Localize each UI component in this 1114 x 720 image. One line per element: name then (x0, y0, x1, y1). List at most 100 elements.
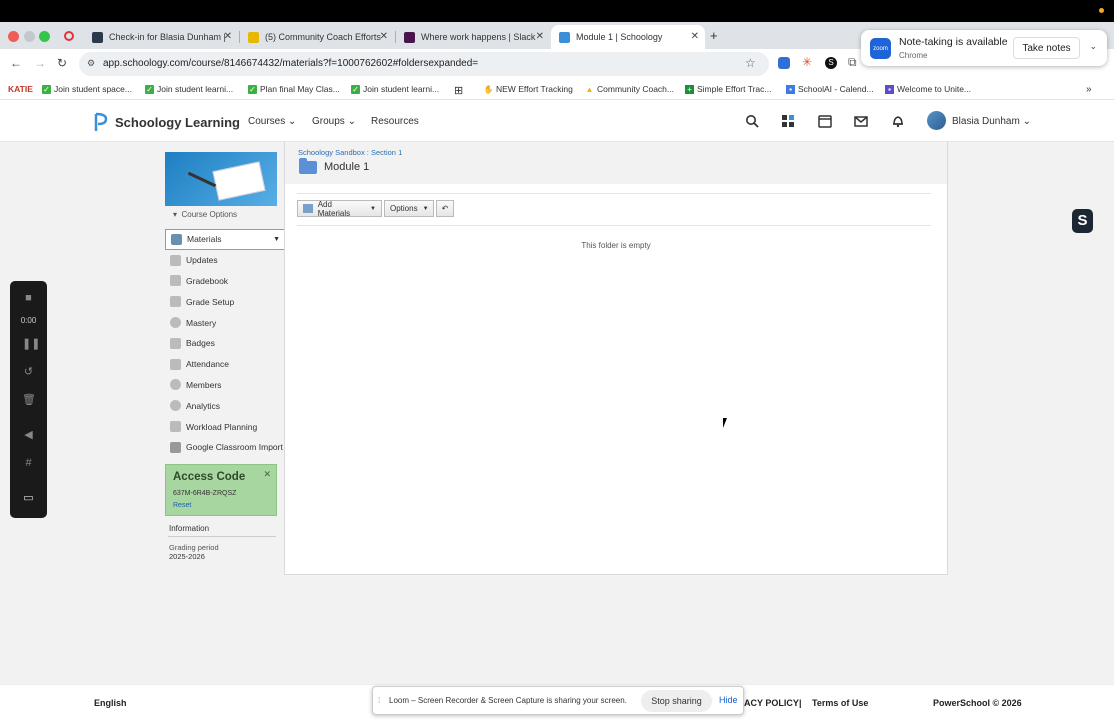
mastery-icon (170, 317, 181, 329)
delete-icon[interactable]: 🗑 (22, 394, 36, 407)
maximize-window-icon[interactable] (39, 31, 50, 42)
course-image (165, 152, 277, 206)
materials-panel: Schoology Sandbox : Section 1 Module 1 A… (284, 142, 948, 575)
course-options-link[interactable]: ▾ Course Options (173, 210, 237, 219)
bookmark-item[interactable]: + Simple Effort Trac... (685, 84, 771, 94)
restart-icon[interactable]: ↺ (22, 366, 35, 379)
sidebar-item-gradebook[interactable]: Gradebook (165, 271, 284, 292)
reset-access-code-link[interactable]: Reset (173, 502, 191, 509)
schoology-logo[interactable]: Schoology Learning (94, 112, 240, 132)
sidebar-item-analytics[interactable]: Analytics (165, 395, 284, 416)
extension-icon[interactable] (778, 57, 790, 69)
stop-sharing-button[interactable]: Stop sharing (641, 690, 712, 712)
back-icon[interactable]: ← (10, 57, 22, 69)
stop-recording-icon[interactable]: ■ (22, 292, 35, 305)
divider (297, 225, 931, 226)
chevron-down-icon[interactable]: ⌄ (1089, 41, 1097, 52)
privacy-policy-link[interactable]: ACY POLICY (744, 698, 799, 708)
apps-icon[interactable] (781, 114, 795, 128)
bookmark-item[interactable]: ▪ SchoolAI - Calend... (786, 84, 874, 94)
sidebar-item-members[interactable]: Members (165, 375, 284, 396)
tab-community-coach[interactable]: (5) Community Coach Efforts ✕ (240, 25, 394, 49)
tab-schoology[interactable]: Module 1 | Schoology ✕ (551, 25, 705, 49)
new-tab-icon[interactable]: + (710, 28, 718, 43)
tab-check-in[interactable]: Check-in for Blasia Dunham | ✕ (84, 25, 238, 49)
sidebar-item-mastery[interactable]: Mastery (165, 312, 284, 333)
bookmark-star-icon[interactable]: ☆ (745, 56, 756, 70)
close-window-icon[interactable] (8, 31, 19, 42)
sheets-icon: + (685, 84, 694, 94)
bookmark-item[interactable]: ✓ Join student learni... (145, 84, 233, 94)
bookmark-item[interactable]: ✓ Plan final May Clas... (248, 84, 340, 94)
calendar-icon[interactable] (818, 114, 832, 128)
sidebar-item-google-classroom-import[interactable]: Google Classroom Import (165, 437, 284, 458)
url-text[interactable]: app.schoology.com/course/8146674432/mate… (103, 58, 478, 69)
grading-period: Grading period 2025-2026 (169, 543, 219, 561)
sidebar-item-workload-planning[interactable]: Workload Planning (165, 416, 284, 437)
options-button[interactable]: Options ▼ (384, 200, 434, 217)
hide-button[interactable]: Hide (719, 695, 738, 705)
bookmark-item[interactable]: KATIE (8, 84, 33, 94)
apps-grid-icon[interactable]: ⊞ (454, 84, 463, 97)
bookmark-item[interactable]: ▪ Welcome to Unite... (885, 84, 971, 94)
comment-icon[interactable]: ◀ (22, 429, 35, 442)
extensions-puzzle-icon[interactable]: ⧉ (848, 55, 857, 70)
reload-icon[interactable]: ↻ (57, 57, 67, 69)
sidebar-item-materials[interactable]: Materials ▼ (165, 229, 284, 250)
back-button[interactable]: ↶ (436, 200, 454, 217)
zoom-logo-icon: zoom (870, 38, 891, 59)
courses-menu[interactable]: Courses ⌄ (248, 116, 296, 127)
checkmark-icon: ✓ (248, 84, 257, 94)
extension-icon[interactable]: S (825, 57, 837, 69)
sidebar-item-grade-setup[interactable]: Grade Setup (165, 291, 284, 312)
extension-icon[interactable]: ✳ (802, 55, 812, 69)
tab-slack[interactable]: Where work happens | Slack ✕ (396, 25, 550, 49)
close-tab-icon[interactable]: ✕ (224, 31, 232, 42)
mouse-cursor-icon (723, 418, 731, 428)
close-tab-icon[interactable]: ✕ (380, 31, 388, 42)
user-menu[interactable]: Blasia Dunham ⌄ (952, 116, 1031, 127)
caret-down-icon: ▼ (422, 205, 429, 212)
record-icon (64, 31, 74, 41)
caret-down-icon[interactable]: ▼ (273, 236, 280, 243)
add-materials-button[interactable]: Add Materials ▼ (297, 200, 382, 218)
language-selector[interactable]: English (94, 698, 127, 708)
schoolai-extension-icon[interactable]: S (1072, 209, 1093, 233)
close-tab-icon[interactable]: ✕ (691, 31, 699, 42)
bookmark-item[interactable]: ✋ NEW Effort Tracking (484, 84, 573, 94)
mail-icon[interactable] (854, 114, 868, 128)
groups-menu[interactable]: Groups ⌄ (312, 116, 356, 127)
menu-bar (0, 0, 1114, 22)
checkmark-icon: ✓ (351, 84, 360, 94)
access-code-title: Access Code (173, 471, 246, 483)
bookmark-item[interactable]: ✓ Join student learni... (351, 84, 439, 94)
search-icon[interactable] (745, 114, 759, 128)
folder-icon (299, 158, 317, 174)
avatar[interactable] (927, 111, 946, 130)
divider (168, 536, 276, 537)
close-icon[interactable]: ✕ (263, 469, 271, 480)
grid-icon[interactable]: # (22, 457, 35, 470)
bookmark-item[interactable]: ▲ Community Coach... (585, 84, 674, 94)
page-body: ▾ Course Options Materials ▼ Updates Grad… (0, 142, 1114, 684)
grade-setup-icon (170, 296, 181, 308)
sidebar-item-updates[interactable]: Updates (165, 250, 284, 271)
take-notes-button[interactable]: Take notes (1013, 37, 1080, 59)
site-settings-icon[interactable]: ⚙ (87, 58, 95, 69)
camera-icon[interactable]: ▭ (22, 492, 35, 505)
sidebar-item-badges[interactable]: Badges (165, 333, 284, 354)
zoom-notification: zoom Note-taking is available Chrome Tak… (861, 30, 1107, 66)
close-tab-icon[interactable]: ✕ (536, 31, 544, 42)
notifications-bell-icon[interactable] (891, 114, 905, 128)
pause-icon[interactable]: ❚❚ (22, 338, 40, 351)
resources-link[interactable]: Resources (371, 116, 419, 127)
address-bar[interactable]: ⚙ app.schoology.com/course/8146674432/ma… (79, 52, 769, 76)
bookmark-item[interactable]: ✓ Join student space... (42, 84, 132, 94)
forward-icon[interactable]: → (34, 57, 46, 69)
terms-of-use-link[interactable]: Terms of Use (812, 698, 868, 708)
drag-handle-icon[interactable]: ⁞ (378, 696, 380, 705)
breadcrumb[interactable]: Schoology Sandbox : Section 1 (298, 148, 402, 157)
more-bookmarks-icon[interactable]: » (1086, 84, 1092, 95)
minimize-window-icon[interactable] (24, 31, 35, 42)
sidebar-item-attendance[interactable]: Attendance (165, 354, 284, 375)
